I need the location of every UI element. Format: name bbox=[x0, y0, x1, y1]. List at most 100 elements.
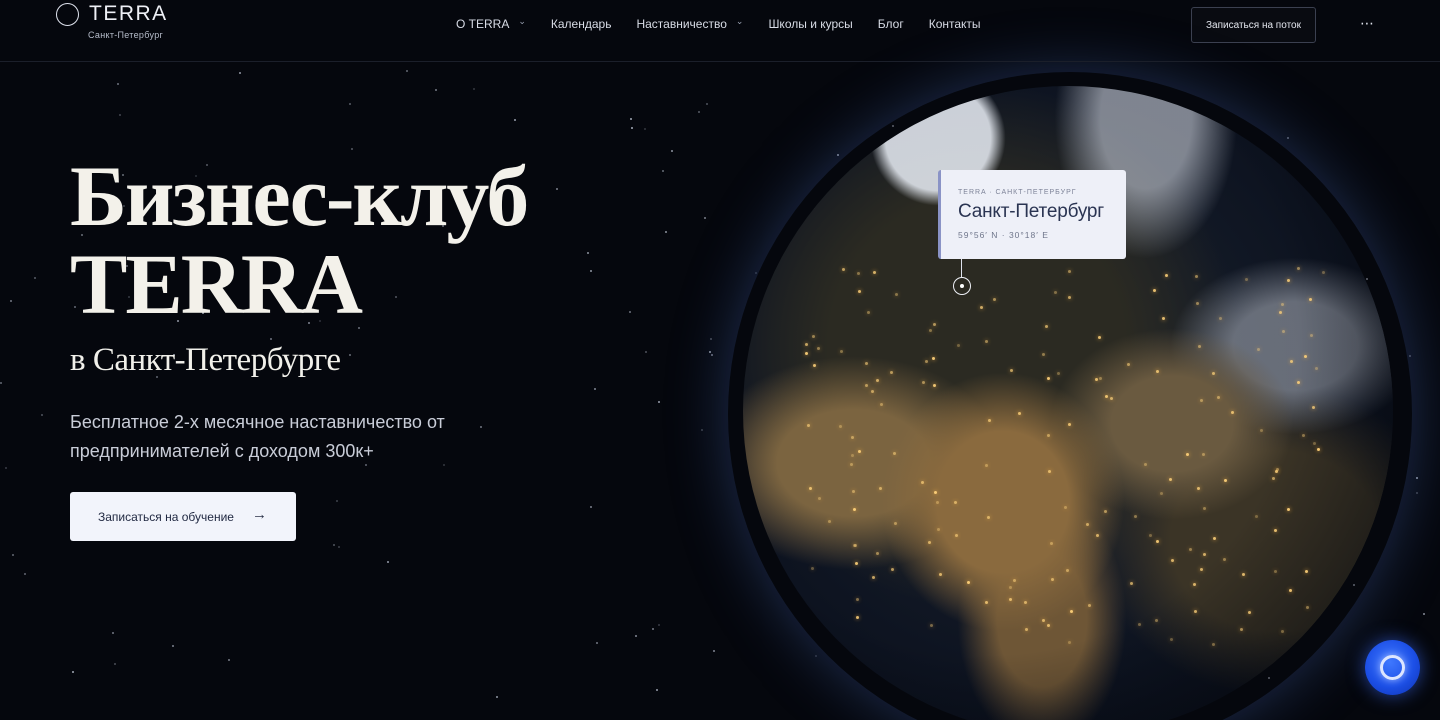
city-light bbox=[1197, 487, 1201, 491]
city-light bbox=[1257, 348, 1261, 352]
city-light bbox=[1041, 353, 1045, 357]
city-light bbox=[920, 480, 924, 484]
city-light bbox=[1068, 423, 1072, 427]
city-light bbox=[1069, 609, 1073, 613]
hero-title: Бизнес-клуб TERRA bbox=[70, 148, 529, 328]
nav-item-calendar[interactable]: Календарь bbox=[551, 17, 612, 31]
nav-item-contacts[interactable]: Контакты bbox=[929, 17, 981, 31]
logo[interactable]: TERRA bbox=[56, 2, 168, 26]
city-light bbox=[867, 310, 871, 314]
city-light bbox=[1168, 478, 1172, 482]
city-light bbox=[1065, 569, 1069, 573]
city-light bbox=[852, 490, 856, 494]
city-light bbox=[1290, 359, 1294, 363]
city-light bbox=[1286, 508, 1290, 512]
city-light bbox=[1169, 638, 1173, 642]
city-light bbox=[1149, 533, 1153, 537]
city-light bbox=[987, 516, 991, 520]
city-light bbox=[857, 450, 861, 454]
city-light bbox=[1244, 277, 1248, 281]
city-light bbox=[1198, 345, 1202, 349]
city-light bbox=[1199, 568, 1203, 572]
star bbox=[556, 187, 559, 190]
star bbox=[713, 650, 716, 653]
hero-title-line-1: Бизнес-клуб bbox=[70, 148, 529, 244]
city-light bbox=[872, 576, 876, 580]
nav-item-blog[interactable]: Блог bbox=[878, 17, 904, 31]
star bbox=[629, 118, 632, 121]
city-light bbox=[892, 451, 896, 455]
city-light bbox=[810, 566, 814, 570]
star bbox=[628, 311, 631, 314]
star bbox=[12, 554, 15, 557]
city-light bbox=[1056, 372, 1060, 376]
city-light bbox=[804, 352, 808, 356]
location-coords: 59°56′ N · 30°18′ E bbox=[958, 230, 1049, 240]
star bbox=[386, 560, 389, 563]
chat-icon bbox=[1380, 655, 1405, 680]
city-light bbox=[1047, 624, 1051, 628]
city-light bbox=[880, 402, 884, 406]
enroll-button[interactable]: Записаться на обучение → bbox=[70, 492, 296, 541]
city-light bbox=[841, 267, 845, 271]
chat-button[interactable] bbox=[1365, 640, 1420, 695]
city-light bbox=[1289, 589, 1293, 593]
city-light bbox=[921, 380, 925, 384]
city-light bbox=[1322, 271, 1326, 275]
star bbox=[1415, 476, 1418, 479]
location-connector bbox=[961, 259, 962, 277]
star bbox=[589, 505, 592, 508]
star bbox=[664, 230, 667, 233]
signup-stream-button[interactable]: Записаться на поток bbox=[1191, 7, 1316, 43]
city-light bbox=[1254, 514, 1258, 518]
city-light bbox=[875, 378, 879, 382]
location-city: Санкт-Петербург bbox=[958, 201, 1105, 222]
star bbox=[644, 351, 647, 354]
city-light bbox=[1274, 528, 1278, 532]
city-light bbox=[890, 370, 894, 374]
more-dots-icon[interactable]: ⋯ bbox=[1360, 15, 1375, 32]
star bbox=[5, 466, 8, 469]
star bbox=[709, 338, 712, 341]
city-light bbox=[1155, 369, 1159, 373]
city-light bbox=[1160, 492, 1164, 496]
city-light bbox=[894, 292, 898, 296]
star bbox=[630, 127, 633, 130]
star bbox=[270, 338, 273, 341]
star bbox=[227, 658, 230, 661]
city-light bbox=[1154, 619, 1158, 623]
city-light bbox=[827, 519, 831, 523]
city-light bbox=[927, 540, 931, 544]
star bbox=[239, 71, 242, 74]
city-light bbox=[1211, 372, 1215, 376]
nav-item-label: Календарь bbox=[550, 17, 612, 31]
city-light bbox=[1260, 429, 1263, 433]
city-light bbox=[1296, 266, 1300, 270]
city-light bbox=[1231, 411, 1235, 415]
city-light bbox=[872, 270, 876, 274]
city-light bbox=[1189, 548, 1193, 552]
city-light bbox=[1281, 329, 1285, 333]
star bbox=[113, 662, 116, 665]
city-light bbox=[1097, 335, 1101, 339]
nav-item-about[interactable]: О TERRA ⌄ bbox=[456, 16, 526, 32]
city-light bbox=[985, 340, 989, 344]
city-light bbox=[1153, 288, 1157, 292]
nav-item-mentorship[interactable]: Наставничество ⌄ bbox=[636, 16, 743, 32]
nav-item-schools[interactable]: Школы и курсы bbox=[768, 17, 852, 31]
location-pin-icon[interactable] bbox=[953, 277, 971, 295]
city-light bbox=[1193, 610, 1197, 614]
star bbox=[513, 119, 516, 122]
city-light bbox=[985, 600, 989, 604]
star bbox=[472, 87, 475, 90]
star bbox=[23, 573, 26, 576]
city-light bbox=[1193, 583, 1197, 587]
city-light bbox=[865, 384, 869, 388]
city-light bbox=[1018, 411, 1022, 415]
city-light bbox=[855, 598, 859, 602]
nav-item-label: Контакты bbox=[928, 17, 981, 31]
city-light bbox=[1009, 368, 1013, 372]
star bbox=[701, 428, 704, 431]
city-light bbox=[1314, 366, 1318, 370]
city-light bbox=[1203, 507, 1207, 511]
